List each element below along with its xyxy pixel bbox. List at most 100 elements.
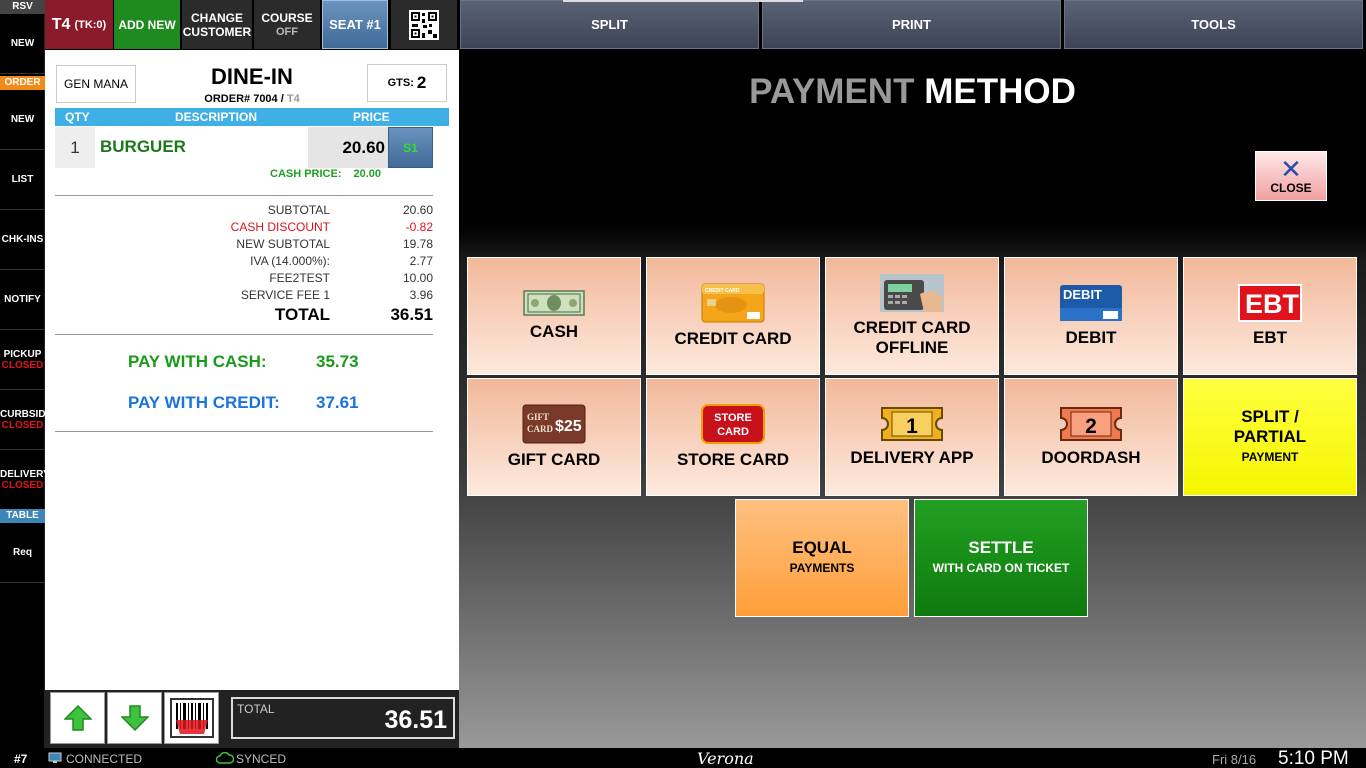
ticket-1-text: 1 — [906, 415, 918, 438]
order-panel: GEN MANA DINE-IN ORDER# 7004 / T4 GTS: 2… — [45, 50, 459, 690]
item-seat-button[interactable]: S1 — [388, 127, 433, 168]
settle-button[interactable]: SETTLE WITH CARD ON TICKET — [914, 499, 1088, 617]
sidebar-item-label: Req — [13, 547, 32, 558]
server-label: GEN MANA — [63, 77, 128, 91]
sidebar-item-rsv-new[interactable]: NEW — [0, 14, 45, 74]
settle-label: SETTLE — [968, 538, 1034, 557]
ebt-button[interactable]: EBT EBT — [1183, 257, 1357, 375]
sidebar-item-curbside[interactable]: CURBSID CLOSED — [0, 390, 45, 450]
synced-status: SYNCED — [236, 752, 287, 766]
credit-card-icon: CREDIT CARD — [701, 283, 765, 323]
debit-icon-text: DEBIT — [1063, 287, 1102, 302]
credit-card-offline-button[interactable]: CREDIT CARD OFFLINE — [825, 257, 999, 375]
sidebar-item-pickup[interactable]: PICKUP CLOSED — [0, 330, 45, 390]
order-column-header: QTY DESCRIPTION PRICE — [55, 108, 449, 126]
close-button[interactable]: ✕ CLOSE — [1255, 151, 1327, 201]
settle-sub-label: WITH CARD ON TICKET — [932, 561, 1070, 575]
equal-label: EQUAL — [792, 538, 852, 557]
sidebar-item-delivery[interactable]: DELIVERY CLOSED — [0, 450, 45, 510]
sidebar-item-label: NEW — [10, 38, 35, 49]
pay-with-cash: PAY WITH CASH: 35.73 — [128, 352, 359, 372]
credit-card-offline-label-1: CREDIT CARD — [853, 318, 971, 337]
split-button[interactable]: SPLIT — [460, 0, 759, 49]
print-button[interactable]: PRINT — [762, 0, 1061, 49]
barcode-scan-button[interactable] — [164, 692, 219, 744]
debit-label: DEBIT — [1065, 328, 1117, 347]
change-customer-button[interactable]: CHANGE CUSTOMER — [182, 0, 252, 49]
table-ticket-button[interactable]: T4 (TK:0) — [45, 0, 113, 49]
cash-price-label: CASH PRICE: — [270, 168, 342, 180]
split-label: SPLIT — [591, 16, 628, 32]
split-label-2: PARTIAL — [1233, 427, 1307, 446]
ebt-icon: EBT — [1238, 284, 1302, 322]
tools-button[interactable]: TOOLS — [1064, 0, 1363, 49]
ticket-2-icon: 2 — [1060, 407, 1122, 441]
summary-value: 36.51 — [390, 305, 433, 324]
sidebar-item-list[interactable]: LIST — [0, 150, 45, 210]
sidebar-item-order-new[interactable]: NEW — [0, 90, 45, 150]
ebt-label: EBT — [1253, 328, 1287, 347]
doordash-button[interactable]: 2 DOORDASH — [1004, 378, 1178, 496]
sidebar-item-label: NEW — [10, 114, 35, 125]
change-label: CHANGE — [190, 10, 243, 25]
doordash-label: DOORDASH — [1041, 448, 1141, 467]
item-qty: 1 — [55, 127, 95, 168]
divider — [55, 195, 433, 196]
cloud-icon — [216, 752, 234, 764]
table-label: T4 — [51, 15, 71, 33]
sidebar-item-req[interactable]: Req — [0, 523, 45, 583]
title-word-method: METHOD — [924, 72, 1076, 111]
summary-row: SERVICE FEE 1 3.96 — [55, 288, 433, 305]
status-closed: CLOSED — [1, 359, 44, 371]
gift-card-button[interactable]: GIFT CARD $25 GIFT CARD — [467, 378, 641, 496]
guests-label: GTS: — [387, 77, 414, 89]
store-name: Verona — [697, 749, 754, 768]
order-item-row[interactable]: 1 BURGUER 20.60 S1 — [55, 127, 449, 168]
gift-icon-amount: $25 — [555, 418, 582, 435]
status-date: Fri 8/16 — [1212, 752, 1257, 767]
sidebar-item-notify[interactable]: NOTIFY — [0, 270, 45, 330]
bottom-total-display: TOTAL 36.51 — [231, 697, 455, 739]
summary-label: CASH DISCOUNT — [230, 220, 330, 234]
order-type[interactable]: DINE-IN — [175, 64, 329, 90]
summary-label: SERVICE FEE 1 — [240, 288, 330, 302]
summary-row: IVA (14.000%): 2.77 — [55, 254, 433, 271]
summary-row: CASH DISCOUNT -0.82 — [55, 220, 433, 237]
order-number: ORDER# 7004 / T4 — [175, 93, 329, 105]
server-button[interactable]: GEN MANA — [56, 65, 136, 103]
sidebar-item-chk-ins[interactable]: CHK-INS — [0, 210, 45, 270]
debit-button[interactable]: DEBIT DEBIT — [1004, 257, 1178, 375]
seat-button[interactable]: SEAT #1 — [322, 0, 388, 49]
equal-payments-button[interactable]: EQUAL PAYMENTS — [735, 499, 909, 617]
summary-value: 3.96 — [409, 288, 433, 302]
order-table: T4 — [286, 93, 300, 105]
gift-icon-text-2: CARD — [527, 424, 553, 434]
col-price: PRICE — [353, 110, 390, 124]
pay-with-credit: PAY WITH CREDIT: 37.61 — [128, 393, 359, 413]
top-toolbar: T4 (TK:0) ADD NEW CHANGE CUSTOMER COURSE… — [45, 0, 1366, 50]
summary-row: NEW SUBTOTAL 19.78 — [55, 237, 433, 254]
store-card-button[interactable]: STORE CARD STORE CARD — [646, 378, 820, 496]
item-description: BURGUER — [100, 137, 186, 156]
delivery-app-button[interactable]: 1 DELIVERY APP — [825, 378, 999, 496]
summary-label: TOTAL — [274, 305, 330, 324]
add-new-button[interactable]: ADD NEW — [114, 0, 180, 49]
equal-sub-label: PAYMENTS — [789, 561, 855, 575]
credit-card-button[interactable]: CREDIT CARD CREDIT CARD — [646, 257, 820, 375]
split-partial-button[interactable]: SPLIT / PARTIAL PAYMENT — [1183, 378, 1357, 496]
summary-label: FEE2TEST — [269, 271, 330, 285]
scroll-down-button[interactable] — [107, 692, 162, 744]
course-toggle-button[interactable]: COURSE OFF — [254, 0, 320, 49]
order-controls: TOTAL 36.51 — [45, 690, 459, 748]
summary-value: -0.82 — [405, 220, 433, 234]
summary-value: 2.77 — [409, 254, 433, 268]
scroll-up-button[interactable] — [50, 692, 105, 744]
sidebar-item-label: DELIVERY — [0, 468, 45, 480]
terminal-number: #7 — [14, 752, 28, 766]
qr-code-button[interactable] — [391, 0, 457, 49]
bottom-total-label: TOTAL — [237, 702, 275, 716]
divider — [55, 334, 433, 335]
guests-button[interactable]: GTS: 2 — [367, 64, 447, 102]
cash-button[interactable]: CASH — [467, 257, 641, 375]
ticket-label: (TK:0) — [74, 18, 107, 31]
